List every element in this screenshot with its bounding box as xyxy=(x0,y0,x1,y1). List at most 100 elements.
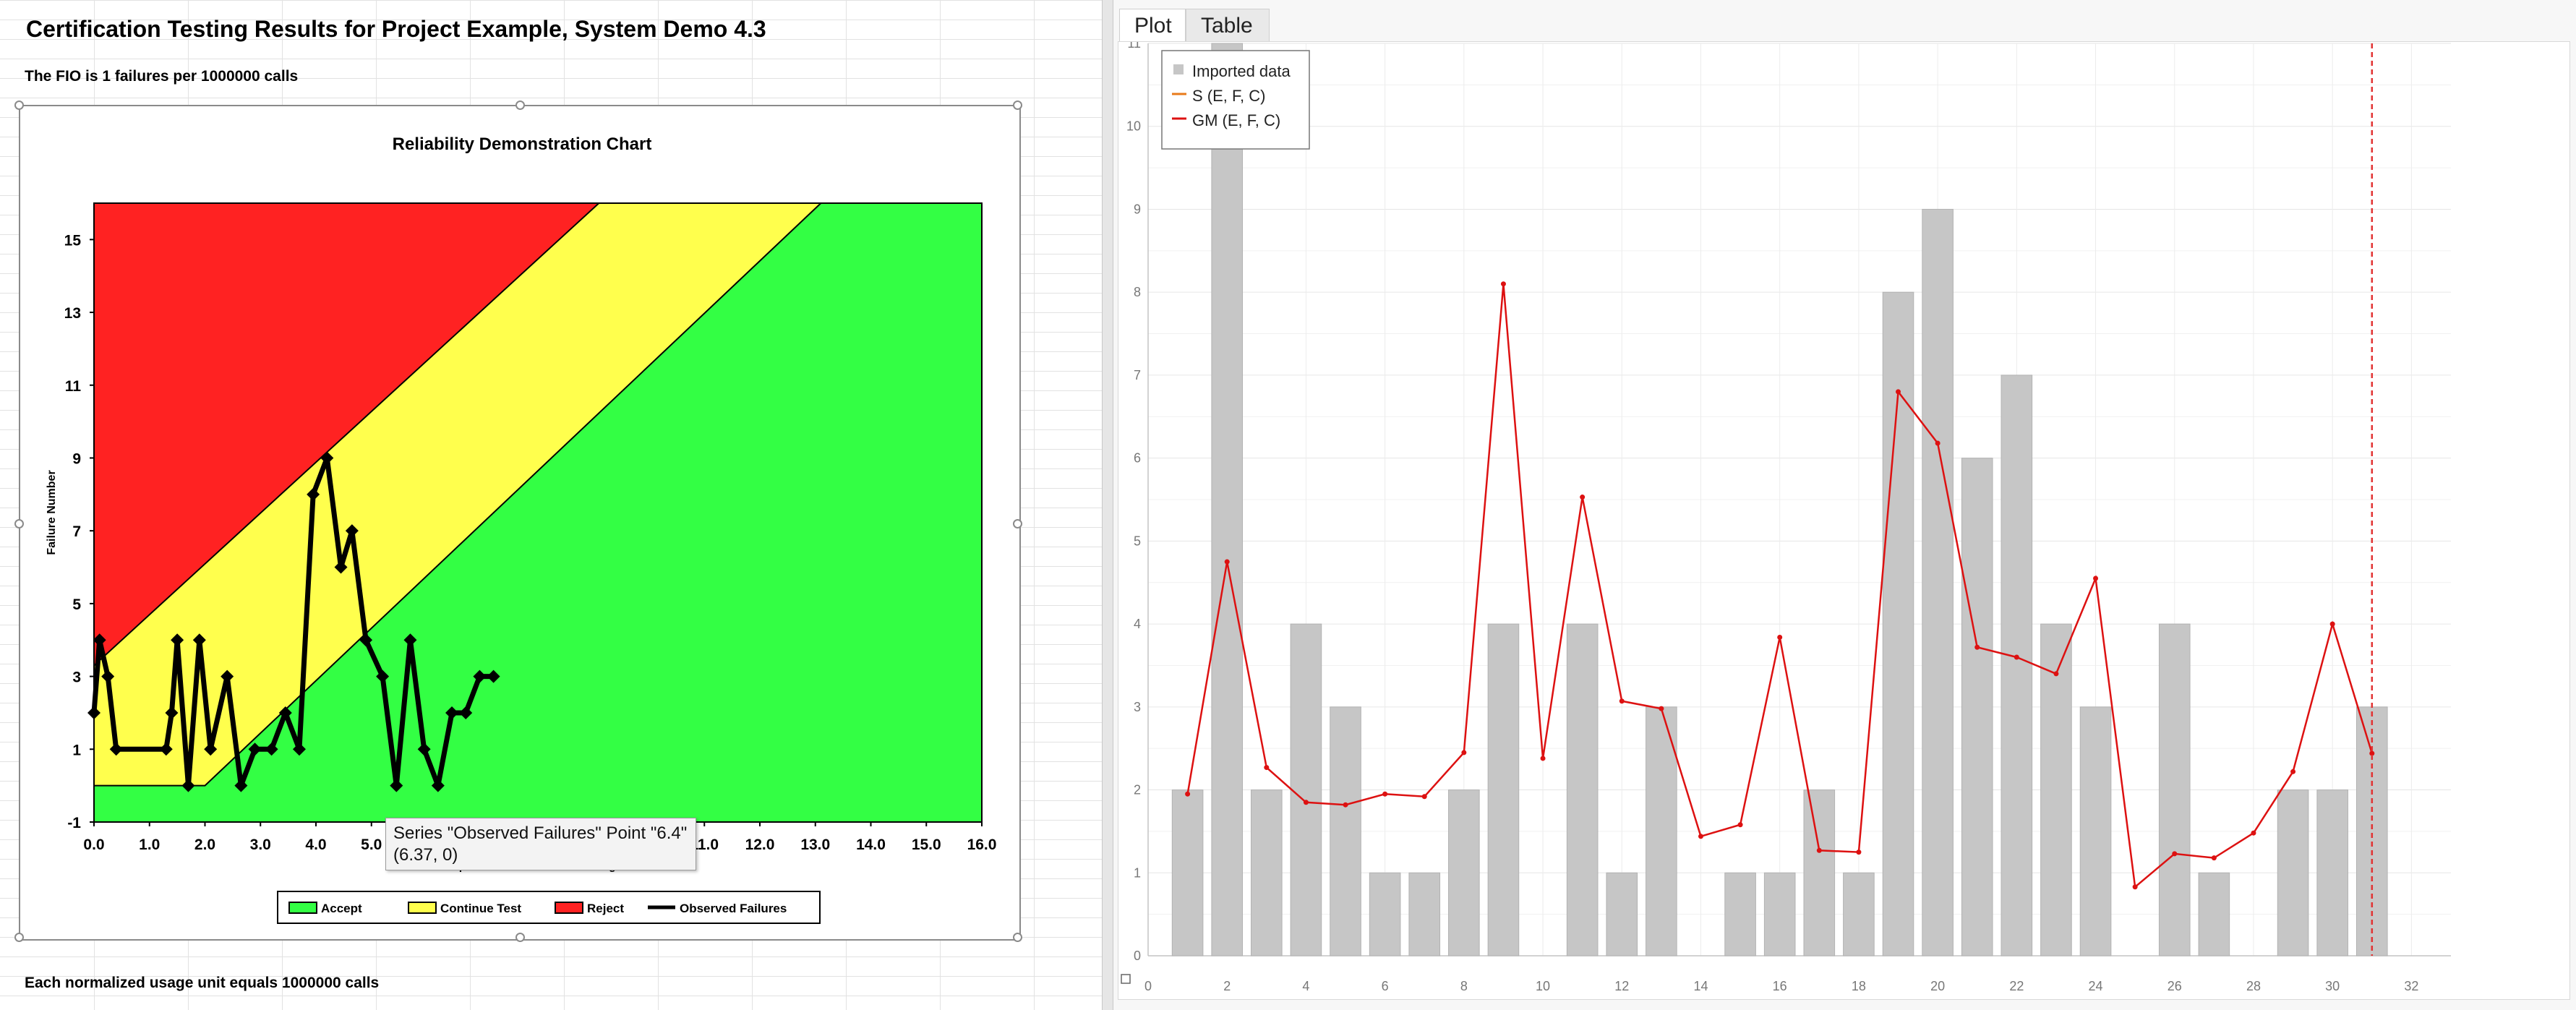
imported-data-bar[interactable] xyxy=(1408,872,1441,956)
plot-y-tick-label: 0 xyxy=(1134,949,1141,963)
usage-unit-note: Each normalized usage unit equals 100000… xyxy=(25,975,380,991)
plot-y-tick-label: 2 xyxy=(1134,783,1141,797)
imported-data-bar[interactable] xyxy=(2079,706,2112,956)
imported-data-bar[interactable] xyxy=(1330,706,1361,956)
legend-accept-swatch xyxy=(288,902,317,914)
plot-y-tick-label: 1 xyxy=(1134,865,1141,880)
rdc-y-axis-label: Failure Number xyxy=(46,470,58,555)
imported-data-bar[interactable] xyxy=(2001,375,2033,956)
gm-model-point[interactable] xyxy=(1659,706,1664,711)
imported-data-bar[interactable] xyxy=(2158,623,2191,956)
legend-s-label: S (E, F, C) xyxy=(1192,87,1265,105)
imported-data-bar[interactable] xyxy=(1211,43,1244,956)
imported-data-bar[interactable] xyxy=(1843,872,1875,956)
gm-model-point[interactable] xyxy=(2132,884,2138,890)
imported-data-bar[interactable] xyxy=(1171,789,1204,956)
gm-model-point[interactable] xyxy=(1540,756,1546,761)
legend-imported-label: Imported data xyxy=(1192,62,1291,80)
imported-data-bar[interactable] xyxy=(1961,458,1993,956)
rdc-x-tick-label: 4.0 xyxy=(305,836,326,853)
gm-model-point[interactable] xyxy=(1974,644,1980,650)
imported-data-bar[interactable] xyxy=(1251,789,1283,956)
gm-model-point[interactable] xyxy=(1224,559,1230,565)
plot-x-tick-label: 28 xyxy=(2246,979,2261,993)
plot-y-tick-label: 9 xyxy=(1134,202,1141,216)
gm-model-point[interactable] xyxy=(2251,830,2256,836)
gm-model-point[interactable] xyxy=(2093,575,2099,581)
tab-plot[interactable]: Plot xyxy=(1119,9,1186,42)
legend-gm-label: GM (E, F, C) xyxy=(1192,111,1280,129)
gm-model-point[interactable] xyxy=(2329,621,2335,627)
rdc-x-tick-label: 16.0 xyxy=(967,836,997,853)
gm-model-point[interactable] xyxy=(1421,794,1427,800)
sheet-title: Certification Testing Results for Projec… xyxy=(26,16,766,42)
plot-x-tick-label: 14 xyxy=(1693,979,1708,993)
rdc-x-tick-label: 13.0 xyxy=(800,836,830,853)
tab-table[interactable]: Table xyxy=(1186,9,1270,42)
data-point-tooltip: Series "Observed Failures" Point "6.4" (… xyxy=(385,818,697,870)
gm-model-point[interactable] xyxy=(2172,851,2178,857)
imported-data-bar[interactable] xyxy=(1724,872,1756,956)
gm-model-point[interactable] xyxy=(1185,791,1191,797)
rdc-y-tick-label: 9 xyxy=(72,450,81,467)
imported-data-bar[interactable] xyxy=(2277,789,2309,956)
imported-data-bar[interactable] xyxy=(1487,623,1520,956)
imported-data-bar[interactable] xyxy=(2355,706,2388,956)
plot-y-tick-label: 4 xyxy=(1134,617,1141,631)
rdc-y-tick-label: 3 xyxy=(72,669,81,686)
rdc-x-tick-label: 5.0 xyxy=(361,836,382,853)
gm-model-point[interactable] xyxy=(1816,847,1822,853)
imported-data-bar[interactable] xyxy=(1922,208,1954,956)
corner-reset-icon[interactable] xyxy=(1121,974,1131,984)
gm-model-point[interactable] xyxy=(1303,800,1309,805)
legend-accept-label: Accept xyxy=(321,902,362,915)
gm-model-point[interactable] xyxy=(1856,849,1862,855)
legend-reject-swatch xyxy=(555,902,583,914)
gm-model-point[interactable] xyxy=(1580,495,1586,500)
gm-model-point[interactable] xyxy=(1264,765,1270,771)
plot-y-tick-label: 11 xyxy=(1127,42,1141,51)
imported-data-bar[interactable] xyxy=(1606,872,1638,956)
plot-y-tick-label: 3 xyxy=(1134,700,1141,714)
gm-model-point[interactable] xyxy=(1382,791,1388,797)
plot-x-tick-label: 12 xyxy=(1614,979,1629,993)
imported-data-bar[interactable] xyxy=(1566,623,1599,956)
tooltip-series-line: Series "Observed Failures" Point "6.4" xyxy=(393,823,688,843)
plot-x-tick-label: 4 xyxy=(1302,979,1309,993)
rdc-y-tick-label: 5 xyxy=(72,596,81,613)
gm-model-point[interactable] xyxy=(1698,834,1703,839)
legend-continue-test-swatch xyxy=(408,902,437,914)
rdc-x-tick-label: 2.0 xyxy=(194,836,215,853)
imported-data-bar[interactable] xyxy=(2316,789,2348,956)
gm-model-point[interactable] xyxy=(1343,802,1348,808)
imported-data-bar[interactable] xyxy=(1448,789,1480,956)
imported-data-bar[interactable] xyxy=(2198,872,2230,956)
gm-model-point[interactable] xyxy=(2290,769,2296,774)
gm-model-point[interactable] xyxy=(2053,671,2059,677)
legend-reject-label: Reject xyxy=(587,902,624,915)
gm-model-point[interactable] xyxy=(1737,822,1743,828)
gm-model-point[interactable] xyxy=(2211,855,2217,861)
plot-x-tick-label: 26 xyxy=(2168,979,2182,993)
rdc-x-tick-label: 3.0 xyxy=(250,836,271,853)
failure-data-plot[interactable]: 012345678910110 2 4 6 8 10 12 14 16 18 20 22 24 26 28 3… xyxy=(1118,42,2569,999)
gm-model-point[interactable] xyxy=(1777,634,1783,640)
imported-data-bar[interactable] xyxy=(1803,789,1836,956)
plot-pane: Plot Table 0 1 2 3 4 5 6 7 8 9 10 11 0 2 4 6 8 10 12 14 16 18… xyxy=(1113,0,2576,1010)
imported-data-bar[interactable] xyxy=(1290,623,1322,956)
pane-splitter[interactable] xyxy=(1102,0,1113,1010)
gm-model-point[interactable] xyxy=(1896,389,1901,395)
plot-area-frame: 0 1 2 3 4 5 6 7 8 9 10 11 0 2 4 6 8 10 12 14 16 18 20 22 24 26 28 3… xyxy=(1118,41,2570,1000)
reliability-demonstration-chart[interactable]: Reliability Demonstration Chart-11357911… xyxy=(19,105,1021,941)
rdc-x-tick-label: 15.0 xyxy=(912,836,941,853)
rdc-x-tick-label: 14.0 xyxy=(856,836,886,853)
gm-model-point[interactable] xyxy=(1500,281,1506,287)
gm-model-point[interactable] xyxy=(2014,654,2019,660)
gm-model-point[interactable] xyxy=(1619,698,1625,704)
rdc-x-tick-label: 12.0 xyxy=(745,836,775,853)
imported-data-bar[interactable] xyxy=(1763,872,1796,956)
plot-x-tick-label: 24 xyxy=(2089,979,2103,993)
gm-model-point[interactable] xyxy=(1461,750,1467,756)
gm-model-point[interactable] xyxy=(1935,440,1940,446)
imported-data-bar[interactable] xyxy=(1369,872,1401,956)
